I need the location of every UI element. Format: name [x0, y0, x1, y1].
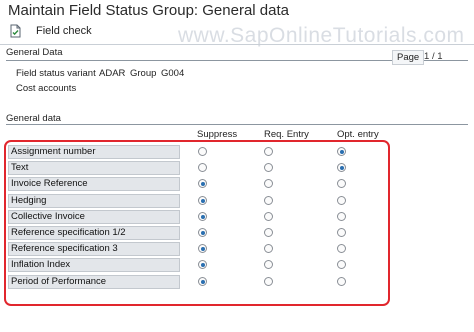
page-indicator: 1 / 1	[424, 51, 443, 62]
radio-suppress[interactable]	[198, 244, 207, 253]
column-header-req-entry: Req. Entry	[264, 129, 309, 140]
radio-suppress[interactable]	[198, 196, 207, 205]
radio-suppress[interactable]	[198, 212, 207, 221]
radio-suppress[interactable]	[198, 163, 207, 172]
group-value: G004	[161, 68, 185, 79]
field-label: Collective Invoice	[8, 210, 180, 224]
radio-suppress[interactable]	[198, 228, 207, 237]
radio-opt-entry[interactable]	[337, 277, 346, 286]
page-label: Page	[392, 50, 425, 65]
field-status-variant-value: ADAR	[99, 68, 126, 79]
toolbar-separator	[0, 44, 474, 45]
radio-req-entry[interactable]	[264, 228, 273, 237]
radio-opt-entry[interactable]	[337, 163, 346, 172]
field-label: Reference specification 1/2	[8, 226, 180, 240]
field-label: Invoice Reference	[8, 177, 180, 191]
window-title: Maintain Field Status Group: General dat…	[8, 2, 289, 19]
radio-req-entry[interactable]	[264, 196, 273, 205]
field-check-label: Field check	[36, 25, 92, 37]
general-data-group-title: General Data	[6, 47, 63, 58]
radio-opt-entry[interactable]	[337, 179, 346, 188]
radio-opt-entry[interactable]	[337, 196, 346, 205]
radio-opt-entry[interactable]	[337, 147, 346, 156]
field-label: Reference specification 3	[8, 242, 180, 256]
radio-suppress[interactable]	[198, 147, 207, 156]
radio-req-entry[interactable]	[264, 244, 273, 253]
document-check-icon	[10, 24, 21, 38]
field-label: Period of Performance	[8, 275, 180, 289]
field-label: Inflation Index	[8, 258, 180, 272]
radio-req-entry[interactable]	[264, 212, 273, 221]
radio-opt-entry[interactable]	[337, 244, 346, 253]
field-label: Assignment number	[8, 145, 180, 159]
radio-suppress[interactable]	[198, 179, 207, 188]
group-label: Group	[130, 68, 157, 79]
radio-req-entry[interactable]	[264, 147, 273, 156]
radio-req-entry[interactable]	[264, 179, 273, 188]
column-header-opt-entry: Opt. entry	[337, 129, 379, 140]
field-label: Text	[8, 161, 180, 175]
page-current: 1	[424, 51, 430, 62]
column-header-suppress: Suppress	[197, 129, 238, 140]
field-status-variant-label: Field status variant	[16, 68, 96, 79]
radio-req-entry[interactable]	[264, 260, 273, 269]
radio-req-entry[interactable]	[264, 277, 273, 286]
page-total: 1	[437, 51, 443, 62]
radio-opt-entry[interactable]	[337, 228, 346, 237]
radio-req-entry[interactable]	[264, 163, 273, 172]
radio-suppress[interactable]	[198, 277, 207, 286]
radio-suppress[interactable]	[198, 260, 207, 269]
group-description: Cost accounts	[16, 83, 77, 94]
radio-opt-entry[interactable]	[337, 260, 346, 269]
general-data-section-line	[6, 124, 468, 125]
field-label: Hedging	[8, 194, 180, 208]
radio-opt-entry[interactable]	[337, 212, 346, 221]
field-check-button[interactable]: Field check	[8, 22, 92, 40]
